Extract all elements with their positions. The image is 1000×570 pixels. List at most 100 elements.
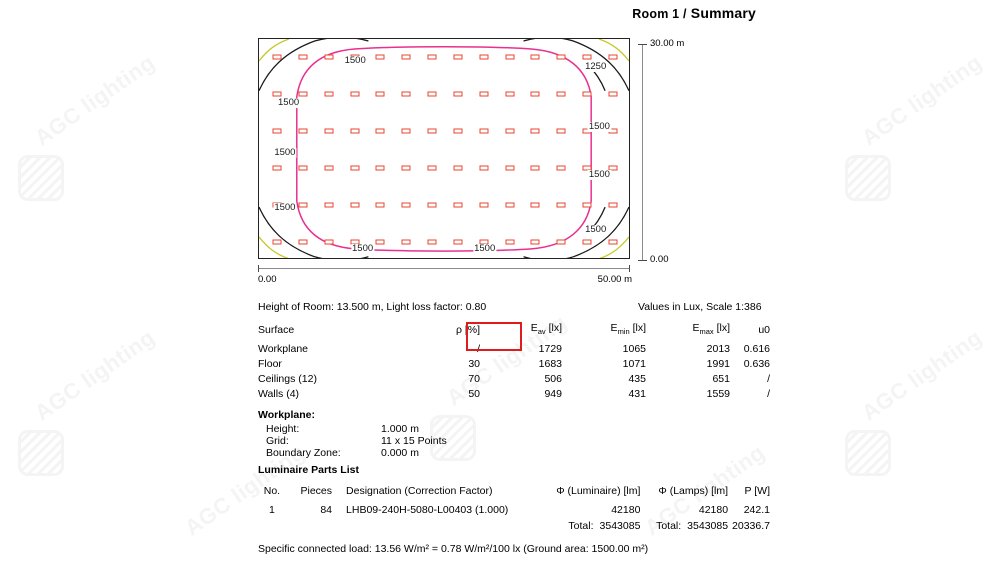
- parts-list-title: Luminaire Parts List: [258, 464, 359, 476]
- workplane-height-row: Height: 1.000 m: [258, 423, 447, 435]
- x-axis-label-max: 50.00 m: [597, 274, 632, 285]
- x-axis-tick-min: [258, 265, 259, 272]
- col-lamp-flux: Φ (Lamps) [lm]: [658, 485, 729, 497]
- luminaire-symbol: [427, 202, 437, 208]
- luminaire-symbol: [298, 239, 308, 245]
- isolux-value-label: 1500: [587, 120, 611, 132]
- cell-u0: 0.616: [743, 343, 770, 356]
- luminaire-symbol: [556, 165, 566, 171]
- luminaire-symbol: [375, 165, 385, 171]
- luminaire-parts-table: No. Pieces Designation (Correction Facto…: [258, 485, 770, 536]
- cell-power: 242.1: [743, 504, 770, 516]
- workplane-grid-row: Grid: 11 x 15 Points: [258, 435, 447, 447]
- luminaire-symbol: [453, 239, 463, 245]
- watermark-text: AGC lighting: [857, 49, 987, 151]
- x-axis-tick-max: [629, 265, 630, 272]
- plot-frame: 1500 1250 1500 1500 1500 1500 1500 1500 1500 1500: [258, 38, 630, 259]
- workplane-boundary-label: Boundary Zone:: [266, 447, 341, 459]
- luminaire-symbol: [530, 165, 540, 171]
- luminaire-symbol: [324, 165, 334, 171]
- cell-emin: 1065: [622, 343, 646, 356]
- cell-surface: Walls (4): [258, 388, 300, 401]
- spacer: [258, 520, 286, 536]
- luminaire-symbol: [582, 91, 592, 97]
- col-emin: Emin [lx]: [610, 322, 646, 337]
- cell-emax: 1559: [706, 388, 730, 401]
- cell-eav: 506: [544, 373, 562, 386]
- isolux-value-label: 1500: [587, 168, 611, 180]
- luminaire-symbol: [453, 128, 463, 134]
- y-axis-tick-min: [638, 260, 647, 261]
- y-axis-label-max: 30.00 m: [650, 38, 685, 49]
- surface-results-table: Surface ρ [%] Eav [lx] Emin [lx] Emax [l…: [258, 322, 770, 403]
- luminaire-symbol: [298, 165, 308, 171]
- cell-emin: 431: [628, 388, 646, 401]
- spacer: [332, 520, 541, 536]
- luminaire-symbol: [479, 128, 489, 134]
- table-row: Workplane / 1729 1065 2013 0.616: [258, 343, 770, 358]
- luminaire-symbol: [582, 54, 592, 60]
- cell-total-power: 20336.7: [732, 520, 770, 532]
- workplane-grid-label: Grid:: [266, 435, 289, 447]
- luminaire-symbol: [556, 202, 566, 208]
- col-surface: Surface: [258, 323, 295, 336]
- luminaire-symbol: [427, 54, 437, 60]
- table-row: Ceilings (12) 70 506 435 651 /: [258, 373, 770, 388]
- luminaire-symbol: [427, 165, 437, 171]
- cell-rho: 50: [468, 388, 480, 401]
- luminaire-symbol: [479, 91, 489, 97]
- luminaire-symbol: [556, 239, 566, 245]
- cell-luminaire-flux: 42180: [611, 504, 641, 516]
- luminaire-symbol: [505, 128, 515, 134]
- luminaire-symbol: [453, 165, 463, 171]
- y-axis-tick-max: [638, 44, 647, 45]
- y-axis-line: [642, 44, 643, 260]
- luminaire-symbol: [272, 54, 282, 60]
- luminaire-symbol: [427, 91, 437, 97]
- luminaire-symbol: [608, 239, 618, 245]
- watermark-text: AGC lighting: [30, 49, 160, 151]
- col-u0: u0: [758, 323, 770, 336]
- luminaire-symbol: [479, 54, 489, 60]
- isolux-value-label: 1250: [584, 61, 608, 73]
- watermark-logo: [845, 430, 891, 476]
- luminaire-symbol: [608, 91, 618, 97]
- isolux-value-label: 1500: [277, 96, 301, 108]
- isolux-value-label: 1500: [351, 243, 375, 255]
- table-row: 1 84 LHB09-240H-5080-L00403 (1.000) 4218…: [258, 504, 770, 520]
- luminaire-symbol: [401, 128, 411, 134]
- luminaire-symbol: [298, 54, 308, 60]
- luminaire-symbol: [324, 239, 334, 245]
- page-title: Room 1 / Summary: [632, 5, 756, 21]
- total-label-lamps: Total:: [656, 520, 682, 532]
- cell-designation: LHB09-240H-5080-L00403 (1.000): [346, 504, 509, 516]
- cell-lamp-flux: 42180: [698, 504, 729, 516]
- workplane-boundary-row: Boundary Zone: 0.000 m: [258, 447, 447, 459]
- luminaire-symbol: [453, 91, 463, 97]
- workplane-height-value: 1.000 m: [381, 423, 419, 435]
- total-label-luminaire: Total:: [568, 520, 594, 532]
- luminaire-symbol: [582, 239, 592, 245]
- luminaire-symbol: [375, 239, 385, 245]
- workplane-boundary-value: 0.000 m: [381, 447, 419, 459]
- luminaire-symbol: [453, 202, 463, 208]
- luminaire-symbol: [350, 165, 360, 171]
- watermark-logo: [845, 155, 891, 201]
- col-designation: Designation (Correction Factor): [346, 485, 493, 497]
- luminaire-symbol: [453, 54, 463, 60]
- col-no: No.: [263, 485, 281, 497]
- luminaire-symbol: [324, 202, 334, 208]
- scale-note: Values in Lux, Scale 1:386: [638, 301, 762, 313]
- luminaire-symbol: [401, 165, 411, 171]
- luminaire-symbol: [530, 202, 540, 208]
- y-axis: 30.00 m 0.00: [638, 38, 684, 266]
- cell-pieces: 84: [320, 504, 333, 516]
- luminaire-symbol: [324, 128, 334, 134]
- cell-eav: 1683: [538, 358, 562, 371]
- workplane-block: Workplane: Height: 1.000 m Grid: 11 x 15 P…: [258, 409, 447, 459]
- cell-emax: 651: [712, 373, 730, 386]
- luminaire-symbol: [350, 128, 360, 134]
- y-axis-label-min: 0.00: [650, 254, 669, 265]
- luminaire-symbol: [505, 54, 515, 60]
- luminaire-symbol: [556, 91, 566, 97]
